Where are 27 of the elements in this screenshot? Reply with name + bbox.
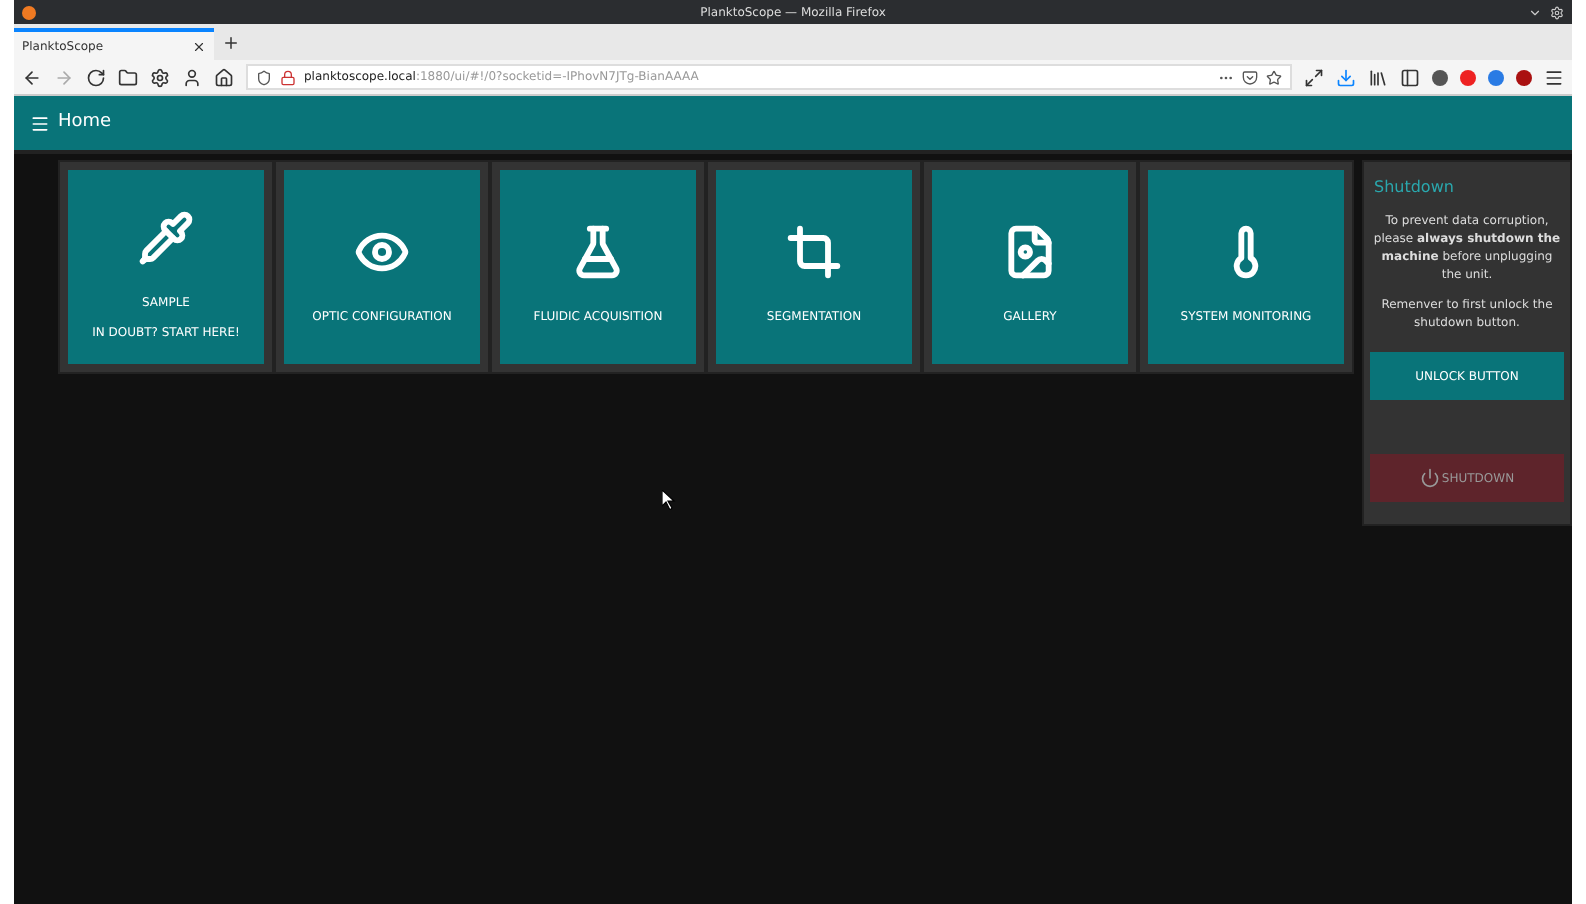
crop-icon	[786, 224, 842, 280]
library-icon[interactable]	[1368, 67, 1388, 87]
star-icon[interactable]	[1266, 69, 1282, 85]
menu-icon[interactable]	[1544, 67, 1564, 87]
expand-icon[interactable]	[1304, 67, 1324, 87]
cursor-icon	[662, 490, 676, 510]
shield-icon	[256, 69, 272, 85]
power-icon	[1419, 468, 1440, 488]
gear-icon[interactable]	[150, 67, 170, 87]
menu-icon[interactable]	[30, 113, 50, 133]
image-file-icon	[1002, 224, 1058, 280]
lock-icon	[280, 69, 296, 85]
minimize-icon[interactable]	[1528, 5, 1542, 19]
user-icon[interactable]	[182, 67, 202, 87]
folder-icon[interactable]	[118, 67, 138, 87]
new-tab-icon[interactable]	[222, 34, 240, 52]
close-icon[interactable]	[192, 39, 206, 53]
panel-title: Shutdown	[1374, 176, 1456, 200]
reload-icon[interactable]	[86, 67, 106, 87]
flask-icon	[570, 224, 626, 280]
pipette-icon	[138, 209, 194, 265]
download-icon[interactable]	[1336, 67, 1356, 87]
pocket-icon[interactable]	[1242, 69, 1258, 85]
page-title: Home	[58, 109, 112, 136]
sidebar-icon[interactable]	[1400, 67, 1420, 87]
home-icon[interactable]	[214, 67, 234, 87]
back-icon[interactable]	[22, 67, 42, 87]
